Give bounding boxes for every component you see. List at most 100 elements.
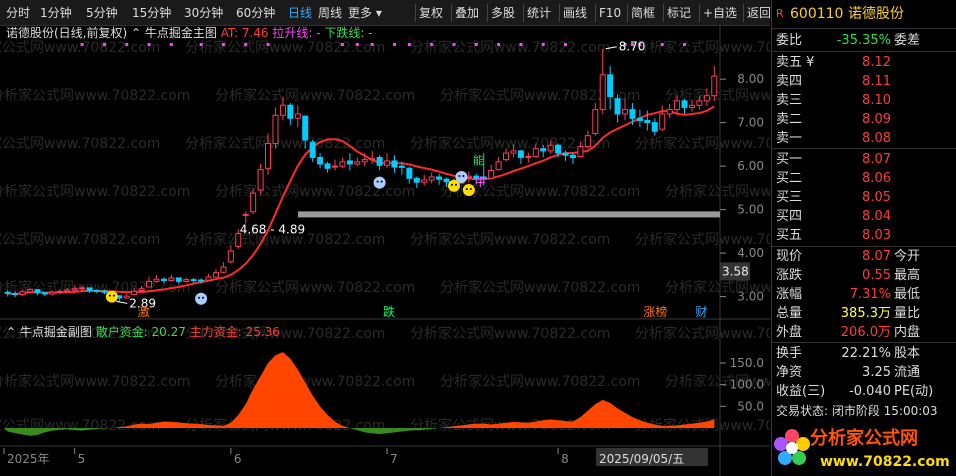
sell-row: 卖二 8.09 [776,112,891,127]
date-tag-label: 2025/09/05/五 [599,452,684,466]
period-tab-1[interactable]: 1分钟 [40,0,72,26]
watermark-text: 分析家公式网www.70822.com [635,135,770,152]
face-eye [112,294,115,297]
candle-body [272,114,279,145]
toolbar-button-0[interactable]: 复权 [419,0,443,26]
toolbar-button-3[interactable]: 统计 [527,0,551,26]
period-tab-6[interactable]: 日线 [288,0,312,26]
signal-dot [660,43,664,46]
signal-dot [474,43,478,46]
signal-dot [392,43,396,46]
quote-row: 涨幅 7.31% 最低 [776,287,921,302]
candle-body [555,144,562,154]
period-tab-7[interactable]: 周线 [318,0,342,26]
candle-body [183,279,190,282]
candle-body [41,292,48,295]
toolbar: 分时 1分钟 5分钟 15分钟 30分钟 60分钟 日线 周线 更多 ▾ 复权 叠加 多股 统计 画线 F1… [0,0,771,26]
high-label: 8.70 [619,40,646,54]
toolbar-button-4[interactable]: 画线 [563,0,587,26]
watermark-text: 分析家公式网www.70822.com [440,279,640,296]
range-label: 4.68 - 4.89 [240,223,305,237]
face-eye [469,188,472,191]
period-tab-2[interactable]: 5分钟 [86,0,118,26]
quote-row: 现价 8.07 今开 [776,249,921,264]
stock-header: R 600110 诺德股份 [772,3,956,25]
face-eye [458,175,461,177]
face-eye [380,180,383,183]
period-tab-8[interactable]: 更多 ▾ [348,0,382,26]
candle-body [622,109,629,115]
candle-body [138,288,145,292]
signal-dot [355,43,359,46]
kline-chart[interactable]: 分析家公式网www.70822.com 分析家公式网www.70822.com 分析… [0,25,865,476]
sub-header: ⌃ 牛点掘金副图 散户资金: 20.27 主力资金: 25.36 [6,324,280,339]
toolbar-button-2[interactable]: 多股 [491,0,515,26]
toolbar-button-6[interactable]: 简框 [631,0,655,26]
x-tick-label: 7 [390,452,398,466]
logo-text: 分析家公式网 [810,427,918,449]
y-tick-label: 3.00 [737,290,764,304]
toolbar-button-8[interactable]: +自选 [703,0,737,26]
x-tick-label: 6 [234,452,242,466]
watermark-text: 分析家公式网www.70822.com [185,39,385,56]
sub-y-label: 50.0 [737,399,764,413]
candle-body [101,290,108,293]
watermark-text: 分析家公式网www.70822.com [665,87,770,104]
candle-body [86,287,93,292]
face-eye [454,183,457,186]
candle-body [346,160,353,165]
period-tab-0[interactable]: 分时 [6,0,30,26]
candle-body [19,291,26,295]
candle-body [250,192,257,213]
candle-body [354,161,361,165]
watermark-text: 分析家公式网www.70822.com [0,373,190,390]
stock-name: 诺德股份 [848,6,904,22]
candle-body [636,117,643,121]
candle-body [510,150,517,154]
toolbar-button-7[interactable]: 标记 [667,0,691,26]
toolbar-button-1[interactable]: 叠加 [455,0,479,26]
weibi-value: -35.35% [836,33,891,48]
candle-body [339,161,346,167]
logo-url: www.70822.com [820,454,950,470]
face-icon [455,171,468,183]
watermark-text: 分析家公式网www.70822.com [635,39,770,56]
quote-row: 总量 385.3万 量比 [776,306,921,321]
period-tab-4[interactable]: 30分钟 [184,0,223,26]
candle-body [495,161,502,171]
candle-body [659,113,666,130]
candle-body [540,148,547,152]
candle-body [71,288,78,291]
candle-body [27,289,34,293]
watermark-text: 分析家公式网www.70822.com [215,87,415,104]
face-eye [376,180,379,183]
face-eye [462,175,465,177]
weichai-label: 委差 [894,33,921,48]
candle-body [488,169,495,179]
candle-body [532,148,539,158]
site-logo: 分析家公式网 www.70822.com [772,420,956,476]
event-marker: 激 [138,305,150,319]
candle-body [406,167,413,179]
period-tab-3[interactable]: 15分钟 [132,0,171,26]
watermark-text: 分析家公式网www.70822.com [215,183,415,200]
candle-body [562,152,569,156]
toolbar-button-9[interactable]: 返回 [747,0,771,26]
candle-body [391,160,398,168]
candle-body [131,290,138,295]
candle-body [294,113,301,119]
candle-body [64,289,71,292]
signal-dot [564,43,568,46]
trade-status: 交易状态: 闭市阶段 15:00:03 [776,404,938,418]
candle-body [547,144,554,152]
event-marker: 财 [695,305,707,319]
signal-dot [199,43,203,46]
candle-body [674,100,681,111]
main-header: 诺德股份(日线,前复权) ⌃ 牛点掘金主图 AT: 7.46 拉升线: - 下跌… [6,26,373,40]
toolbar-button-5[interactable]: F10 [599,0,621,26]
candle-body [205,276,212,281]
period-tab-5[interactable]: 60分钟 [236,0,275,26]
face-icon [105,290,118,303]
candle-body [503,152,510,161]
event-marker: 涨榜 [643,304,667,319]
